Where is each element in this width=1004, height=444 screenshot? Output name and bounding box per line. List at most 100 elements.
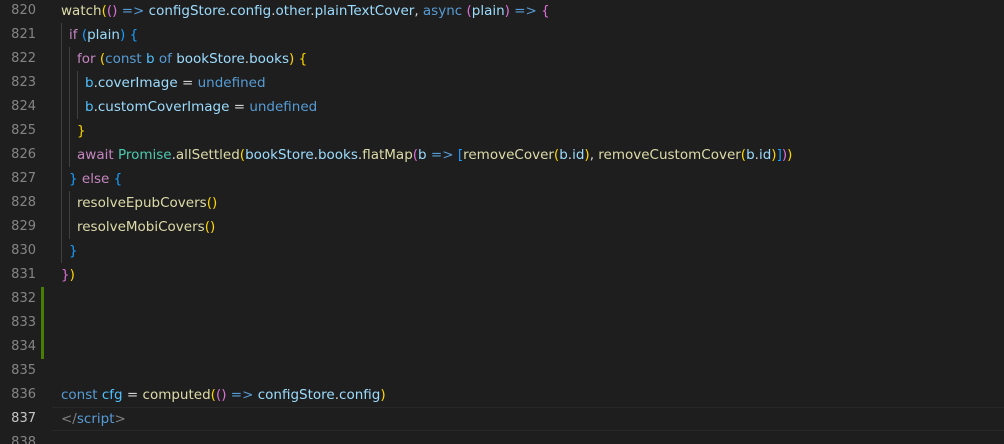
code-token: undefined bbox=[249, 99, 318, 115]
code-token: bookStore bbox=[245, 147, 314, 163]
code-text: const cfg = computed(() => configStore.c… bbox=[61, 383, 386, 407]
code-token: { bbox=[113, 171, 123, 187]
code-token: else bbox=[81, 171, 110, 187]
indent-guide bbox=[61, 167, 62, 191]
code-token: () bbox=[204, 219, 216, 235]
code-line[interactable]: 828 resolveEpubCovers() bbox=[0, 191, 1004, 215]
code-token: const bbox=[61, 387, 98, 403]
line-number: 825 bbox=[11, 123, 36, 138]
code-token: script bbox=[76, 411, 115, 427]
indent-guide bbox=[69, 71, 70, 95]
line-number: 831 bbox=[11, 267, 36, 282]
code-token: } bbox=[69, 171, 78, 187]
line-number: 821 bbox=[11, 27, 36, 42]
code-line[interactable]: 830} bbox=[0, 239, 1004, 263]
line-number: 823 bbox=[11, 75, 36, 90]
code-line[interactable]: 835 bbox=[0, 359, 1004, 383]
code-token: books bbox=[317, 147, 358, 163]
indent-guide bbox=[69, 215, 70, 239]
code-line[interactable]: 823 b.coverImage = undefined bbox=[0, 71, 1004, 95]
code-text: }) bbox=[61, 263, 75, 287]
code-token: , bbox=[589, 147, 599, 163]
code-token: cfg bbox=[101, 387, 123, 403]
code-token: </ bbox=[61, 411, 77, 427]
code-editor[interactable]: 820 watch(() => configStore.config.other.… bbox=[0, 0, 1004, 444]
indent-guide bbox=[61, 191, 62, 215]
code-token: => bbox=[509, 3, 542, 19]
code-token: > bbox=[114, 411, 126, 427]
code-line[interactable]: 820 watch(() => configStore.config.other.… bbox=[0, 0, 1004, 23]
code-text: for (const b of bookStore.books) { bbox=[77, 47, 307, 71]
line-number: 828 bbox=[11, 195, 36, 210]
code-token: allSettled bbox=[175, 147, 240, 163]
code-line[interactable]: 826 await Promise.allSettled(bookStore.bo… bbox=[0, 143, 1004, 167]
code-token: other bbox=[275, 3, 311, 19]
code-token: () bbox=[206, 195, 218, 211]
code-token: const bbox=[105, 51, 142, 67]
code-line[interactable]: 829 resolveMobiCovers() bbox=[0, 215, 1004, 239]
code-line[interactable]: 836 const cfg = computed(() => configStor… bbox=[0, 383, 1004, 407]
indent-guide bbox=[61, 215, 62, 239]
code-token: b bbox=[85, 99, 94, 115]
code-token: id bbox=[572, 147, 585, 163]
code-line[interactable]: 824 b.customCoverImage = undefined bbox=[0, 95, 1004, 119]
code-text: } bbox=[77, 119, 86, 143]
line-number: 827 bbox=[11, 171, 36, 186]
line-number: 830 bbox=[11, 243, 36, 258]
code-token: undefined bbox=[197, 75, 266, 91]
line-number: 838 bbox=[11, 435, 36, 444]
line-number: 822 bbox=[11, 51, 36, 66]
code-text: } bbox=[69, 239, 78, 263]
code-token: () bbox=[106, 3, 118, 19]
indent-guide bbox=[61, 143, 62, 167]
code-line[interactable]: 837 </script> bbox=[0, 407, 1004, 431]
code-text: resolveMobiCovers() bbox=[77, 215, 215, 239]
code-token: configStore bbox=[148, 3, 226, 19]
diff-added-marker[interactable] bbox=[41, 311, 44, 335]
code-token: ) bbox=[380, 387, 386, 403]
code-token: plain bbox=[471, 3, 505, 19]
code-token: flatMap bbox=[362, 147, 413, 163]
code-text: resolveEpubCovers() bbox=[77, 191, 217, 215]
code-token: = bbox=[177, 75, 198, 91]
code-token: removeCustomCover bbox=[598, 147, 741, 163]
diff-added-marker[interactable] bbox=[41, 335, 44, 359]
code-token: b bbox=[746, 147, 755, 163]
indent-guide bbox=[61, 239, 62, 263]
diff-added-marker[interactable] bbox=[41, 287, 44, 311]
code-token: watch bbox=[61, 3, 102, 19]
code-line[interactable]: 822 for (const b of bookStore.books) { bbox=[0, 47, 1004, 71]
code-token: config bbox=[339, 387, 381, 403]
code-line[interactable]: 831}) bbox=[0, 263, 1004, 287]
code-token: { bbox=[298, 51, 308, 67]
indent-guide bbox=[69, 47, 70, 71]
line-number: 829 bbox=[11, 219, 36, 234]
code-line[interactable]: 825} bbox=[0, 119, 1004, 143]
code-token: removeCover bbox=[463, 147, 554, 163]
code-token: { bbox=[541, 3, 550, 19]
code-text: if (plain) { bbox=[69, 23, 138, 47]
code-line[interactable]: 832 bbox=[0, 287, 1004, 311]
code-text: await Promise.allSettled(bookStore.books… bbox=[77, 143, 792, 167]
code-line[interactable]: 821 if (plain) { bbox=[0, 23, 1004, 47]
code-token: () bbox=[215, 387, 227, 403]
code-token: coverImage bbox=[97, 75, 178, 91]
line-number: 832 bbox=[11, 291, 36, 306]
code-token: } bbox=[77, 123, 86, 139]
code-line[interactable]: 834 bbox=[0, 335, 1004, 359]
code-text: } else { bbox=[69, 167, 122, 191]
indent-guide bbox=[69, 119, 70, 143]
indent-guide bbox=[69, 143, 70, 167]
code-token: of bbox=[158, 51, 172, 67]
code-token: if bbox=[69, 27, 78, 43]
code-token: = bbox=[122, 387, 143, 403]
code-token: resolveMobiCovers bbox=[77, 219, 205, 235]
code-line[interactable]: 827} else { bbox=[0, 167, 1004, 191]
code-token: ) bbox=[69, 267, 75, 283]
code-line[interactable]: 838 bbox=[0, 431, 1004, 444]
code-token: => bbox=[426, 147, 458, 163]
code-line[interactable]: 833 bbox=[0, 311, 1004, 335]
code-text: b.customCoverImage = undefined bbox=[85, 95, 317, 119]
indent-guide bbox=[61, 71, 62, 95]
indent-guide bbox=[61, 47, 62, 71]
